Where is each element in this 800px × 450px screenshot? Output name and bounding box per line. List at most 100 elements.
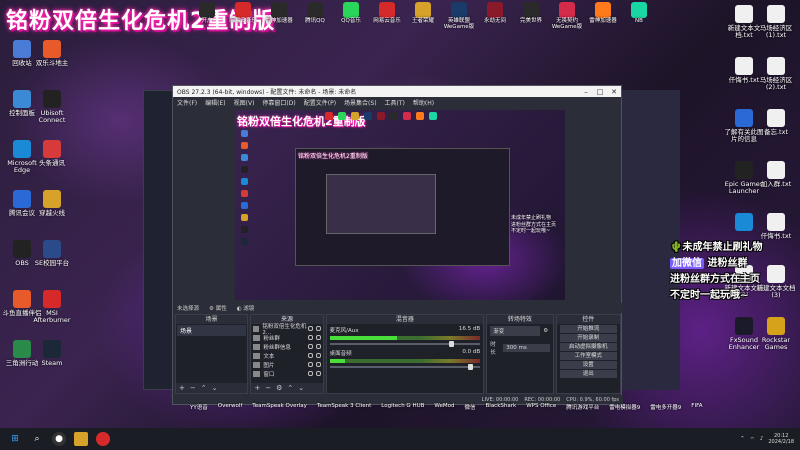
lock-icon[interactable] (315, 362, 321, 367)
source-settings-icon[interactable]: ⚙ (276, 384, 282, 392)
control-button-4[interactable]: 设置 (559, 361, 617, 369)
desktop-bottom-label-8[interactable]: WPS Office (526, 403, 556, 411)
lock-icon[interactable] (315, 371, 321, 376)
maximize-icon[interactable]: □ (593, 88, 607, 96)
eye-icon[interactable] (307, 371, 313, 376)
eye-icon[interactable] (307, 344, 313, 349)
source-row[interactable]: 窗口 (251, 369, 322, 378)
lock-icon[interactable] (315, 353, 321, 358)
start-icon[interactable]: ⊞ (8, 432, 22, 446)
desktop-icon-right-3[interactable]: 马场经济区 (2).txt (754, 57, 798, 91)
desktop-bottom-label-3[interactable]: TeamSpeak 3 Client (317, 403, 371, 411)
obs-preview[interactable]: 铭粉双倍生化危机2重制版 铭粉双倍生化危机2重制版 未成年禁止刷礼物 进粉丝群方… (235, 110, 565, 300)
desktop-icon-right-5[interactable]: 备忘.txt (754, 109, 798, 136)
desktop-icon-right-7[interactable]: 加入群.txt (754, 161, 798, 188)
desktop-bottom-label-11[interactable]: 雷电多开器9 (650, 403, 681, 411)
obs-menu-item-2[interactable]: 视图(V) (234, 98, 255, 107)
desktop-bottom-label-6[interactable]: 微信 (465, 403, 476, 411)
obs-menu-item-6[interactable]: 工具(T) (385, 98, 405, 107)
volume-icon[interactable]: ♪ (760, 436, 764, 442)
desktop-icon-right-13[interactable]: Rockstar Games (754, 317, 798, 351)
desktop-bottom-label-10[interactable]: 雷电模拟器9 (609, 403, 640, 411)
desktop-icon-top-11[interactable]: 雷神加速器 (586, 2, 620, 25)
lock-icon[interactable] (315, 344, 321, 349)
properties-button[interactable]: ⚙ 属性 (209, 304, 227, 312)
desktop-icon-left-3[interactable]: Ubisoft Connect (30, 90, 74, 124)
transition-type-select[interactable]: 渐变 (490, 326, 541, 336)
scene-list-item[interactable]: 场景 (177, 325, 247, 336)
desktop-icon-top-6[interactable]: 王者荣耀 (406, 2, 440, 25)
desktop-icon-top-4[interactable]: QQ音乐 (334, 2, 368, 25)
desktop-bottom-label-5[interactable]: WeMod (434, 403, 454, 411)
obs-menu-item-7[interactable]: 帮助(H) (413, 98, 434, 107)
desktop-icon-left-7[interactable]: 穿越火线 (30, 190, 74, 217)
volume-slider-knob[interactable] (468, 364, 474, 370)
desktop-icon-left-5[interactable]: 头条通讯 (30, 140, 74, 167)
control-button-3[interactable]: 工作室模式 (559, 352, 617, 360)
desktop-icon-left-1[interactable]: 双乐斗地主 (30, 40, 74, 67)
eye-icon[interactable] (307, 362, 313, 367)
desktop-icon-top-10[interactable]: 无畏契约 WeGame版 (550, 2, 584, 31)
eye-icon[interactable] (307, 326, 313, 331)
source-row[interactable]: 图片 (251, 360, 322, 369)
control-button-0[interactable]: 开始推流 (559, 325, 617, 333)
obs-menu-item-3[interactable]: 停靠窗口(D) (262, 98, 295, 107)
source-row[interactable]: 粉丝群信息 (251, 342, 322, 351)
desktop-icon-top-7[interactable]: 英雄联盟 WeGame版 (442, 2, 476, 31)
desktop-bottom-label-9[interactable]: 腾讯游戏平台 (566, 403, 599, 411)
obs-menu-item-5[interactable]: 场景集合(S) (344, 98, 377, 107)
volume-slider[interactable] (329, 364, 481, 370)
move-up-icon[interactable]: ⌃ (287, 384, 293, 392)
desktop-icon-top-1[interactable]: 网易云音乐 (226, 2, 260, 25)
netease-taskbar-icon[interactable] (96, 432, 110, 446)
close-icon[interactable]: ✕ (607, 88, 621, 96)
desktop-icon-top-2[interactable]: 雷神加速器 (262, 2, 296, 25)
minimize-icon[interactable]: – (579, 88, 593, 96)
desktop-icon-top-12[interactable]: NB (622, 2, 656, 25)
volume-slider-knob[interactable] (448, 341, 454, 347)
search-icon[interactable]: ⌕ (30, 432, 44, 446)
duration-input[interactable]: 300 ms (503, 344, 550, 352)
transition-settings-icon[interactable]: ⚙ (543, 328, 548, 334)
network-icon[interactable]: ⌔ (750, 436, 755, 443)
obs-menu-item-0[interactable]: 文件(F) (177, 98, 197, 107)
desktop-bottom-label-12[interactable]: FIFA (691, 403, 702, 411)
control-button-5[interactable]: 退出 (559, 370, 617, 378)
remove-scene-icon[interactable]: − (190, 384, 196, 392)
desktop-icon-left-13[interactable]: Steam (30, 340, 74, 367)
move-down-icon[interactable]: ⌄ (212, 384, 218, 392)
tray-arrow-icon[interactable]: ⌃ (740, 436, 745, 442)
desktop-bottom-label-0[interactable]: YY语音 (190, 403, 208, 411)
clock[interactable]: 20:12 2024/2/18 (768, 433, 794, 445)
desktop-bottom-label-7[interactable]: BlackShark (486, 403, 517, 411)
filters-button[interactable]: ◐ 滤镜 (237, 304, 255, 312)
desktop-icon-top-8[interactable]: 永劫无间 (478, 2, 512, 25)
desktop-bottom-label-1[interactable]: Overwolf (218, 403, 243, 411)
control-button-2[interactable]: 启动虚拟摄像机 (559, 343, 617, 351)
eye-icon[interactable] (307, 335, 313, 340)
move-up-icon[interactable]: ⌃ (201, 384, 207, 392)
desktop-icon-top-5[interactable]: 网易云音乐 (370, 2, 404, 25)
lock-icon[interactable] (315, 335, 321, 340)
desktop-icon-right-1[interactable]: 马场经济区 (1).txt (754, 5, 798, 39)
add-source-icon[interactable]: + (254, 384, 260, 392)
remove-source-icon[interactable]: − (265, 384, 271, 392)
volume-slider[interactable] (329, 341, 481, 347)
desktop-icon-top-9[interactable]: 完美世界 (514, 2, 548, 25)
move-down-icon[interactable]: ⌄ (298, 384, 304, 392)
eye-icon[interactable] (307, 353, 313, 358)
lock-icon[interactable] (315, 326, 321, 331)
desktop-bottom-label-4[interactable]: Logitech G HUB (381, 403, 424, 411)
obs-menu-item-1[interactable]: 编辑(E) (205, 98, 225, 107)
app-taskbar-icon[interactable] (74, 432, 88, 446)
source-row[interactable]: 文本 (251, 351, 322, 360)
obs-taskbar-icon[interactable]: ● (52, 432, 66, 446)
desktop-icon-right-9[interactable]: 仟悔书.txt (754, 213, 798, 240)
add-scene-icon[interactable]: + (179, 384, 185, 392)
desktop-icon-top-3[interactable]: 腾讯QQ (298, 2, 332, 25)
desktop-icon-left-9[interactable]: SE校园平台 (30, 240, 74, 267)
desktop-icon-left-11[interactable]: MSI Afterburner (30, 290, 74, 324)
source-row[interactable]: 铭粉双倍生化危机2... (251, 324, 322, 336)
desktop-bottom-label-2[interactable]: TeamSpeak Overlay (252, 403, 307, 411)
control-button-1[interactable]: 开始录制 (559, 334, 617, 342)
